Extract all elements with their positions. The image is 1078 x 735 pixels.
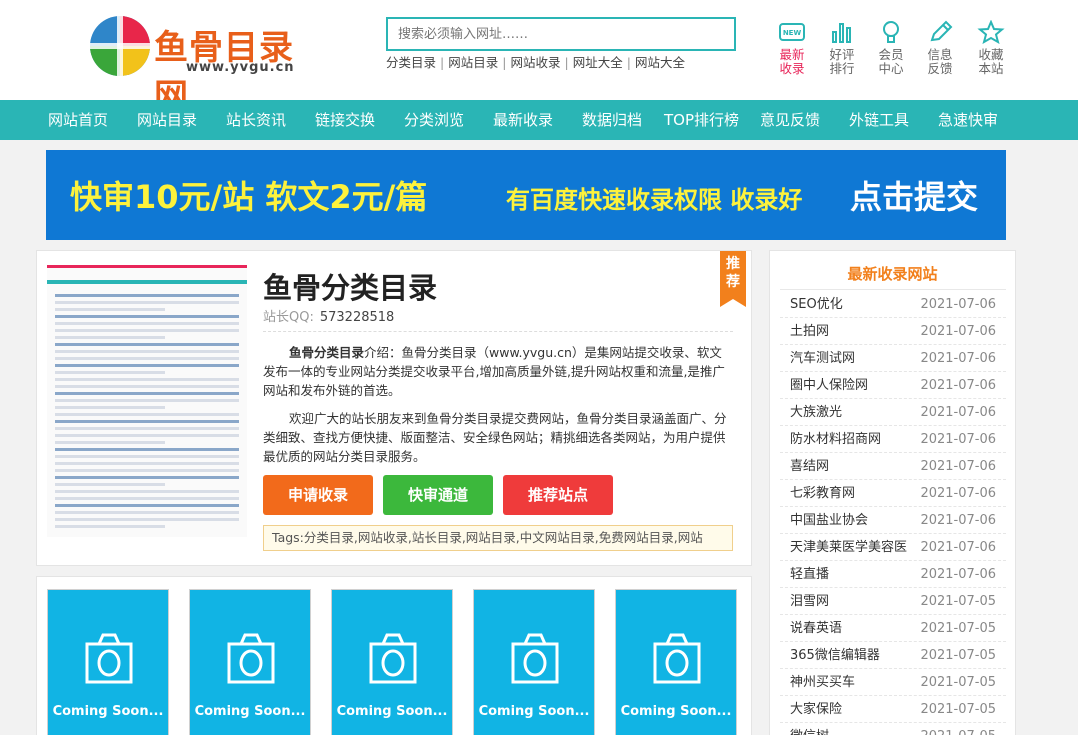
camera-icon (369, 633, 417, 684)
fast-review-button[interactable]: 快审通道 (383, 475, 493, 515)
coming-soon-tile[interactable]: Coming Soon... (615, 589, 737, 735)
nav-fast-review[interactable]: 急速快审 (938, 100, 998, 140)
coming-soon-label: Coming Soon... (52, 704, 164, 719)
logo-url: www.yvgu.cn (186, 60, 295, 75)
banner-price-text: 快审10元/站 软文2元/篇 (70, 178, 428, 216)
site-screenshot[interactable] (47, 265, 247, 537)
search-input[interactable] (386, 17, 736, 51)
list-item[interactable]: 说春英语 2021-07-05 (780, 615, 1006, 642)
nav-archive[interactable]: 数据归档 (582, 100, 642, 140)
list-item[interactable]: 土拍网 2021-07-06 (780, 318, 1006, 345)
list-item[interactable]: 天津美莱医学美容医 2021-07-06 (780, 534, 1006, 561)
nav-link-exchange[interactable]: 链接交换 (315, 100, 375, 140)
header: 鱼骨目录网 www.yvgu.cn 分类目录|网站目录|网站收录|网址大全|网站… (0, 0, 1078, 117)
coming-soon-tile[interactable]: Coming Soon... (47, 589, 169, 735)
feedback-shortcut[interactable]: 信息 反馈 (920, 20, 960, 76)
quick-links: 分类目录 | 网站目录 | 网站收录 | 网址大全 | 网站大全 (386, 52, 685, 71)
new-icon: NEW (779, 23, 805, 41)
latest-shortcut[interactable]: NEW 最新 收录 (772, 20, 812, 76)
shortcut-label: 好评 排行 (829, 47, 855, 76)
separator: | (626, 55, 631, 70)
ranking-shortcut[interactable]: 好评 排行 (822, 20, 862, 76)
divider (263, 331, 733, 332)
coming-soon-label: Coming Soon... (620, 704, 732, 719)
list-item[interactable]: 大家保险 2021-07-05 (780, 696, 1006, 723)
panel-title: 最新收录网站 (847, 265, 938, 283)
nav-latest[interactable]: 最新收录 (493, 100, 553, 140)
nav-directory[interactable]: 网站目录 (137, 100, 197, 140)
apply-button[interactable]: 申请收录 (263, 475, 373, 515)
list-item[interactable]: 防水材料招商网 2021-07-06 (780, 426, 1006, 453)
lightbulb-icon (883, 21, 899, 43)
list-item[interactable]: 大族激光 2021-07-06 (780, 399, 1006, 426)
site-welcome: 欢迎广大的站长朋友来到鱼骨分类目录提交费网站，鱼骨分类目录涵盖面广、分类细致、查… (263, 411, 727, 464)
coming-soon-label: Coming Soon... (336, 704, 448, 719)
nav-news[interactable]: 站长资讯 (226, 100, 286, 140)
promo-banner[interactable]: 快审10元/站 软文2元/篇 有百度快速收录权限 收录好 点击提交 (46, 150, 1006, 240)
site-logo[interactable]: 鱼骨目录网 www.yvgu.cn (88, 14, 328, 117)
camera-icon (511, 633, 559, 684)
site-title: 鱼骨分类目录 (263, 271, 438, 305)
list-item[interactable]: 微信树2021-07-05 (780, 723, 1006, 735)
site-detail-card: 鱼骨分类目录 站长QQ: 573228518 鱼骨分类目录介绍：鱼骨分类目录（ww… (36, 250, 752, 566)
site-tags[interactable]: Tags:分类目录,网站收录,站长目录,网站目录,中文网站目录,免费网站目录,网… (263, 525, 733, 551)
svg-text:NEW: NEW (783, 29, 802, 37)
latest-sites-list: SEO优化 2021-07-06 土拍网 2021-07-06 汽车测试网 2021-… (780, 291, 1006, 735)
coming-soon-tile[interactable]: Coming Soon... (189, 589, 311, 735)
shortcut-label: 会员 中心 (878, 47, 904, 76)
recommend-ribbon: 推荐 (720, 251, 746, 307)
list-item[interactable]: 七彩教育网 2021-07-06 (780, 480, 1006, 507)
quick-link[interactable]: 分类目录 (386, 55, 436, 70)
quick-link[interactable]: 网站收录 (510, 55, 560, 70)
latest-sites-panel: 最新收录网站 SEO优化 2021-07-06 土拍网 2021-07-06 汽车测… (769, 250, 1016, 735)
list-item[interactable]: 泪雪网 2021-07-05 (780, 588, 1006, 615)
main-nav: 网站首页 网站目录 站长资讯 链接交换 分类浏览 最新收录 数据归档 TOP排行… (0, 100, 1078, 140)
list-item[interactable]: 365微信编辑器 2021-07-05 (780, 642, 1006, 669)
bookmark-shortcut[interactable]: 收藏 本站 (971, 20, 1011, 76)
nav-tools[interactable]: 外链工具 (849, 100, 909, 140)
list-item[interactable]: 圈中人保险网 2021-07-06 (780, 372, 1006, 399)
banner-submit-text[interactable]: 点击提交 (850, 172, 978, 218)
quick-link[interactable]: 网址大全 (573, 55, 623, 70)
coming-soon-tile[interactable]: Coming Soon... (331, 589, 453, 735)
nav-top[interactable]: TOP排行榜 (664, 100, 739, 140)
nav-feedback[interactable]: 意见反馈 (760, 100, 820, 140)
bar-chart-icon (832, 23, 851, 43)
site-intro: 鱼骨分类目录介绍：鱼骨分类目录（www.yvgu.cn）是集网站提交收录、软文发… (263, 345, 725, 398)
quick-link[interactable]: 网站大全 (635, 55, 685, 70)
list-item[interactable]: 轻直播 2021-07-06 (780, 561, 1006, 588)
camera-icon (85, 633, 133, 684)
coming-soon-tile[interactable]: Coming Soon... (473, 589, 595, 735)
banner-feature-text: 有百度快速收录权限 收录好 (506, 186, 803, 214)
list-item[interactable]: 汽车测试网 2021-07-06 (780, 345, 1006, 372)
shortcut-label: 最新 收录 (779, 47, 805, 76)
separator: | (564, 55, 569, 70)
recommend-button[interactable]: 推荐站点 (503, 475, 613, 515)
separator: | (502, 55, 507, 70)
member-shortcut[interactable]: 会员 中心 (871, 20, 911, 76)
nav-home[interactable]: 网站首页 (48, 100, 108, 140)
webmaster-qq: 站长QQ: 573228518 (263, 310, 395, 325)
pencil-icon (930, 20, 953, 42)
star-icon (977, 20, 1005, 44)
shortcut-label: 信息 反馈 (927, 47, 953, 76)
shortcut-label: 收藏 本站 (978, 47, 1004, 76)
quick-link[interactable]: 网站目录 (448, 55, 498, 70)
list-item[interactable]: 中国盐业协会 2021-07-06 (780, 507, 1006, 534)
coming-soon-label: Coming Soon... (194, 704, 306, 719)
camera-icon (653, 633, 701, 684)
list-item[interactable]: 喜结网 2021-07-06 (780, 453, 1006, 480)
nav-categories[interactable]: 分类浏览 (404, 100, 464, 140)
qq-number: 573228518 (319, 310, 395, 325)
featured-grid: Coming Soon... Coming Soon... Coming Soo… (36, 576, 752, 735)
logo-globe-icon (90, 16, 150, 76)
divider (780, 289, 1006, 290)
list-item[interactable]: SEO优化 2021-07-06 (780, 291, 1006, 318)
coming-soon-label: Coming Soon... (478, 704, 590, 719)
list-item[interactable]: 神州买买车 2021-07-05 (780, 669, 1006, 696)
separator: | (440, 55, 445, 70)
camera-icon (227, 633, 275, 684)
